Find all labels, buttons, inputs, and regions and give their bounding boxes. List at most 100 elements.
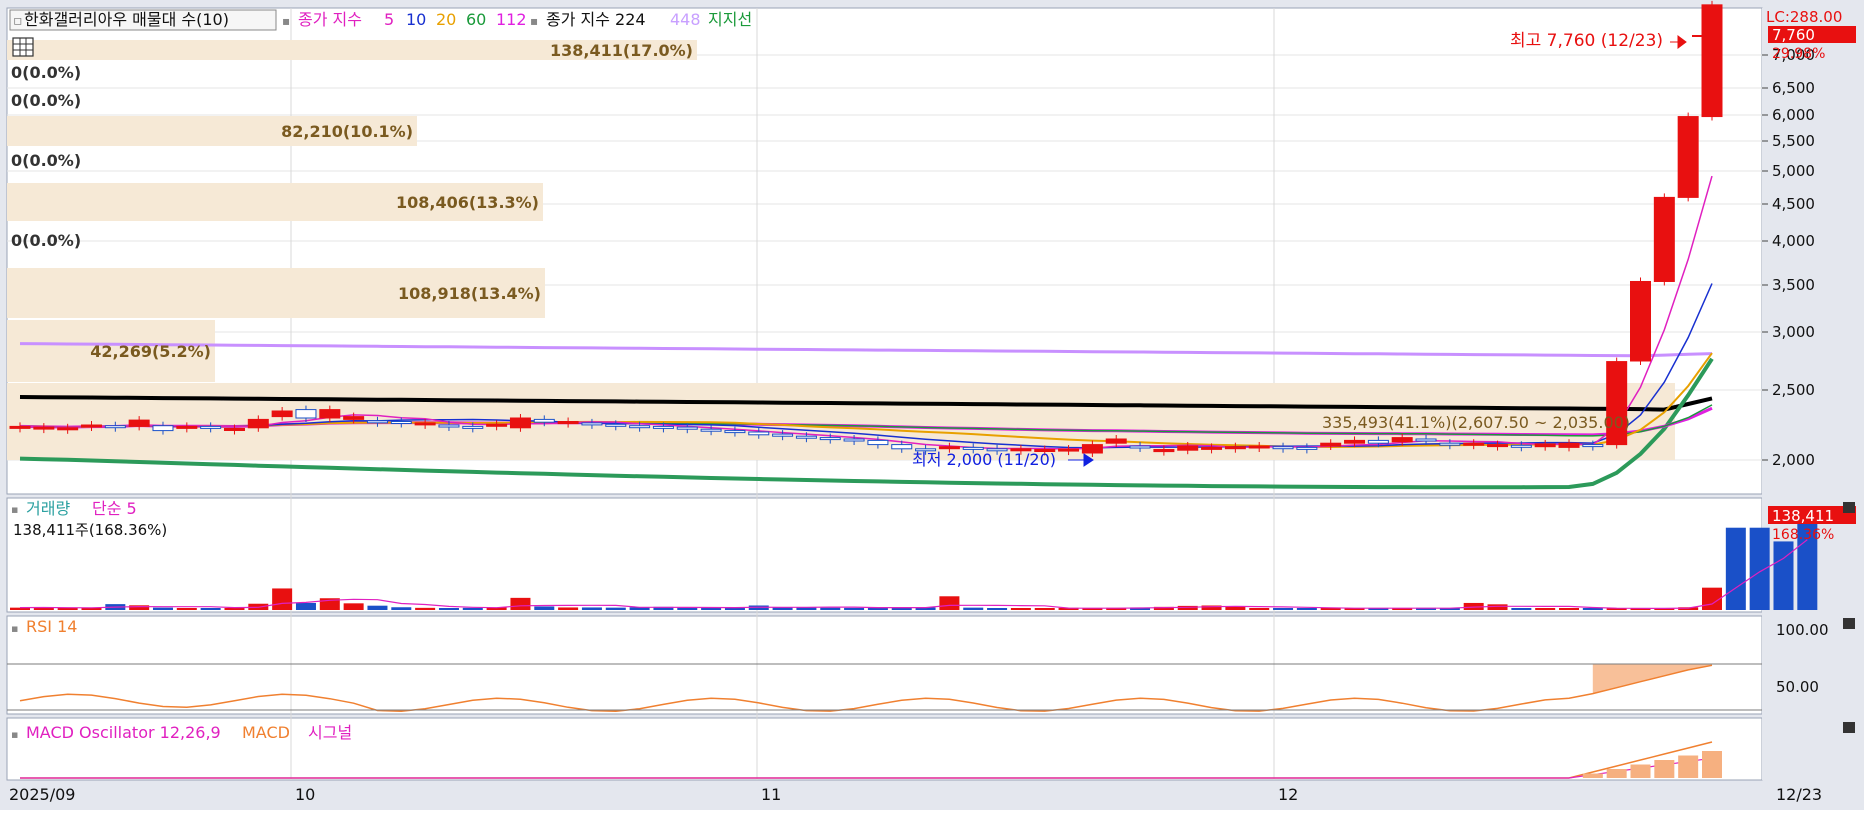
candle-body xyxy=(700,428,722,432)
candle-body xyxy=(605,423,627,427)
volume-profile-label: 0(0.0%) xyxy=(11,231,81,250)
price-tick-label: 5,000 xyxy=(1772,162,1815,180)
price-tick-label: 4,500 xyxy=(1772,195,1815,213)
volume-bar xyxy=(534,606,555,610)
candle-body xyxy=(80,424,102,428)
macd-osc-bar xyxy=(1630,764,1651,778)
legend-ma-5: 5 xyxy=(384,10,394,29)
candle-body xyxy=(1463,442,1485,446)
current-price: 7,760 xyxy=(1772,26,1815,44)
volume-bar xyxy=(605,607,626,610)
price-tick-label: 3,000 xyxy=(1772,323,1815,341)
macd-osc-bar xyxy=(1606,769,1627,778)
volume-bar xyxy=(1725,527,1746,610)
volume-bar xyxy=(1535,608,1556,610)
time-label-start: 2025/09 xyxy=(9,785,75,804)
volume-bar xyxy=(343,603,364,610)
candle-body xyxy=(1510,444,1532,448)
candle-body xyxy=(271,410,293,418)
close-icon[interactable] xyxy=(1843,502,1855,513)
candle-body xyxy=(1439,442,1461,446)
candle-body xyxy=(581,422,603,426)
price-tick-label: 4,000 xyxy=(1772,232,1815,250)
candle-body xyxy=(533,418,555,423)
volume-bar xyxy=(176,608,197,610)
time-label-10: 10 xyxy=(295,785,315,804)
candle-body xyxy=(33,426,55,430)
macd-label: MACD xyxy=(242,723,290,742)
volume-bar xyxy=(1749,527,1770,610)
volume-bar xyxy=(987,608,1008,610)
volume-bar xyxy=(1273,608,1294,610)
candle-body xyxy=(557,421,579,425)
candle-body xyxy=(843,438,865,442)
legend-ma-10: 10 xyxy=(406,10,426,29)
candle-body xyxy=(438,424,460,428)
candle-body xyxy=(486,423,508,427)
candle-body xyxy=(200,425,222,429)
candle-body xyxy=(1606,361,1628,446)
candle-body xyxy=(223,428,245,431)
volume-bar xyxy=(200,608,221,610)
legend-ma-112: 112 xyxy=(496,10,527,29)
time-axis-panel xyxy=(7,781,1862,809)
volume-bar xyxy=(152,607,173,610)
candle-body xyxy=(9,425,31,429)
volume-profile-label: 108,406(13.3%) xyxy=(396,193,539,212)
volume-profile-label: 0(0.0%) xyxy=(11,63,81,82)
rsi-panel[interactable] xyxy=(6,615,1763,715)
candle-body xyxy=(819,437,841,441)
candle-body xyxy=(1344,439,1366,444)
rsi-title: RSI 14 xyxy=(26,617,77,636)
volume-bar xyxy=(820,607,841,610)
volume-bar xyxy=(295,602,316,610)
chart-canvas[interactable]: 7,0006,5006,0005,5005,0004,5004,0003,500… xyxy=(0,0,1864,810)
candle-body xyxy=(724,430,746,434)
volume-bar xyxy=(1487,604,1508,610)
table-icon[interactable] xyxy=(12,37,34,57)
candle-body xyxy=(748,431,770,436)
volume-bar xyxy=(1249,608,1270,610)
high-annotation: 최고 7,760 (12/23) xyxy=(1510,31,1663,51)
candle-body xyxy=(1272,446,1294,450)
macd-osc-bar xyxy=(1654,760,1675,778)
price-tick-label: 2,000 xyxy=(1772,451,1815,469)
low-annotation: 최저 2,000 (11/20) xyxy=(912,450,1056,469)
volume-bar xyxy=(367,605,388,610)
candle-body xyxy=(1105,438,1127,444)
volume-bar xyxy=(272,588,293,610)
volume-ma-label: 단순 5 xyxy=(92,499,137,518)
price-top-label: LC:288.00 xyxy=(1766,8,1842,26)
svg-text:▪: ▪ xyxy=(282,14,290,28)
volume-bar xyxy=(510,597,531,610)
volume-panel[interactable] xyxy=(6,497,1763,613)
svg-text:▪: ▪ xyxy=(11,728,18,741)
candle-body xyxy=(1677,116,1699,198)
candle-body xyxy=(509,417,531,429)
candle-body xyxy=(1415,438,1437,442)
candle-body xyxy=(1534,443,1556,448)
candle-body xyxy=(1653,196,1675,282)
volume-bar xyxy=(438,608,459,610)
volume-bar xyxy=(391,607,412,610)
close-icon[interactable] xyxy=(1843,618,1855,629)
close-icon[interactable] xyxy=(1843,722,1855,733)
volume-profile-label: 42,269(5.2%) xyxy=(90,342,211,361)
volume-bar xyxy=(939,596,960,610)
volume-profile-label: 0(0.0%) xyxy=(11,151,81,170)
price-tick-label: 2,500 xyxy=(1772,381,1815,399)
candle-body xyxy=(1320,442,1342,447)
candle-body xyxy=(319,409,341,419)
volume-badge-pct: 168.36% xyxy=(1772,527,1834,543)
volume-bar xyxy=(1773,541,1794,610)
candle-body xyxy=(343,416,365,420)
candle-body xyxy=(1248,445,1270,449)
candle-body xyxy=(1153,449,1175,453)
candle-body xyxy=(652,425,674,429)
legend-ma-label: 종가 지수 xyxy=(298,10,362,29)
candle-body xyxy=(1630,280,1652,362)
candle-body xyxy=(1129,445,1151,449)
candle-body xyxy=(1487,444,1509,448)
rsi-tick-100: 100.00 xyxy=(1776,621,1829,639)
candle-body xyxy=(891,444,913,450)
